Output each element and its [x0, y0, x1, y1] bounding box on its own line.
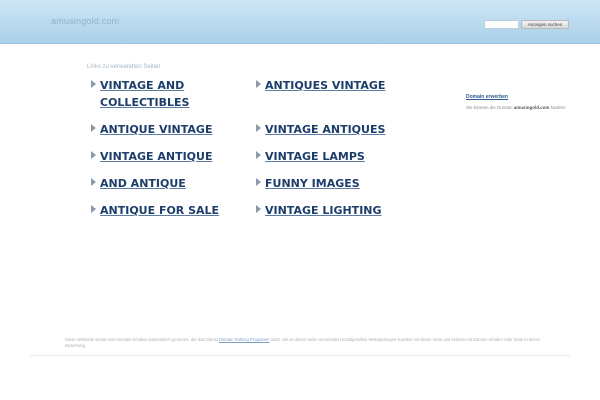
arrow-right-icon [91, 124, 96, 132]
link-label: VINTAGE ANTIQUE [100, 150, 213, 163]
link-vintage-lighting[interactable]: VINTAGE LIGHTING [256, 202, 382, 219]
footer-divider [30, 355, 570, 356]
domain-name: amusingold.com [513, 105, 550, 110]
link-label: ANTIQUE FOR SALE [100, 204, 220, 217]
header-bar: amusingold.com Anzeigen suchen [0, 0, 600, 44]
link-label: FUNNY IMAGES [265, 177, 360, 190]
search-button[interactable]: Anzeigen suchen [521, 20, 569, 29]
buy-domain-link[interactable]: Domain erwerben [466, 94, 508, 100]
arrow-right-icon [256, 124, 261, 132]
link-label: VINTAGE LAMPS [265, 150, 365, 163]
arrow-right-icon [91, 178, 96, 186]
link-label: ANTIQUE VINTAGE [100, 123, 213, 136]
arrow-right-icon [91, 80, 96, 88]
link-label: AND ANTIQUE [100, 177, 186, 190]
link-label: VINTAGE AND COLLECTIBLES [100, 79, 190, 109]
buy-domain-text: Sie können die Domain amusingold.com kau… [466, 105, 566, 110]
link-vintage-lamps[interactable]: VINTAGE LAMPS [256, 148, 365, 165]
link-label: VINTAGE ANTIQUES [265, 123, 386, 136]
link-label: ANTIQUES VINTAGE [265, 79, 386, 92]
search-input[interactable] [484, 20, 519, 29]
link-and-antique[interactable]: AND ANTIQUE [91, 175, 186, 192]
arrow-right-icon [256, 80, 261, 88]
link-antique-for-sale[interactable]: ANTIQUE FOR SALE [91, 202, 219, 219]
link-vintage-and-collectibles[interactable]: VINTAGE AND COLLECTIBLES [91, 77, 189, 111]
footer-disclaimer: Diese Webseite wurde vom Domain-Inhaber … [65, 337, 541, 348]
link-vintage-antiques[interactable]: VINTAGE ANTIQUES [256, 121, 385, 138]
site-title[interactable]: amusingold.com [51, 16, 119, 26]
footer-parking-link[interactable]: Domain Parking Programm [219, 337, 270, 342]
link-vintage-antique[interactable]: VINTAGE ANTIQUE [91, 148, 212, 165]
arrow-right-icon [256, 178, 261, 186]
link-antique-vintage[interactable]: ANTIQUE VINTAGE [91, 121, 212, 138]
link-funny-images[interactable]: FUNNY IMAGES [256, 175, 360, 192]
arrow-right-icon [256, 151, 261, 159]
related-links-heading: Links zu verwandten Seiten [87, 64, 161, 70]
link-antiques-vintage[interactable]: ANTIQUES VINTAGE [256, 77, 385, 94]
arrow-right-icon [91, 151, 96, 159]
arrow-right-icon [91, 205, 96, 213]
link-label: VINTAGE LIGHTING [265, 204, 382, 217]
arrow-right-icon [256, 205, 261, 213]
